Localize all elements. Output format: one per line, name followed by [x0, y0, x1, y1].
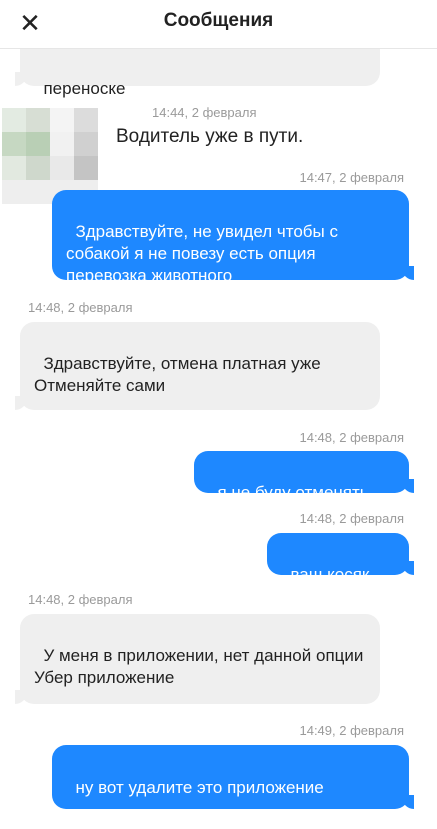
timestamp: 14:48, 2 февраля — [299, 511, 404, 526]
message-text: переноске — [43, 79, 126, 98]
message-text: Здравствуйте, отмена платная уже Отменяй… — [34, 354, 321, 395]
message-bubble-outgoing: ну вот удалите это приложение — [52, 745, 414, 809]
message-bubble-outgoing: ваш косяк — [267, 533, 414, 584]
message-bubble-incoming: Здравствуйте, отмена платная уже Отменяй… — [15, 322, 380, 410]
message-bubble-outgoing: Здравствуйте, не увидел чтобы с собакой … — [52, 190, 414, 285]
timestamp: 14:48, 2 февраля — [28, 592, 133, 607]
timestamp: 14:49, 2 февраля — [299, 723, 404, 738]
message-text: У меня в приложении, нет данной опции Уб… — [34, 646, 364, 687]
timestamp: 14:47, 2 февраля — [299, 170, 404, 185]
timestamp: 14:48, 2 февраля — [28, 300, 133, 315]
message-text: я не буду отменять — [217, 483, 369, 502]
message-bubble-incoming: У меня в приложении, нет данной опции Уб… — [15, 614, 380, 704]
page-title: Сообщения — [163, 10, 274, 31]
message-bubble-outgoing: я не буду отменять — [194, 451, 414, 502]
header: ✕ Сообщения — [0, 0, 437, 49]
message-text: Здравствуйте, не увидел чтобы с собакой … — [66, 222, 343, 285]
timestamp: 14:44, 2 февраля — [152, 105, 257, 120]
timestamp: 14:48, 2 февраля — [299, 430, 404, 445]
message-text: ну вот удалите это приложение — [75, 778, 324, 797]
message-text: ваш косяк — [290, 565, 370, 584]
message-text: Водитель уже в пути. — [116, 126, 304, 147]
